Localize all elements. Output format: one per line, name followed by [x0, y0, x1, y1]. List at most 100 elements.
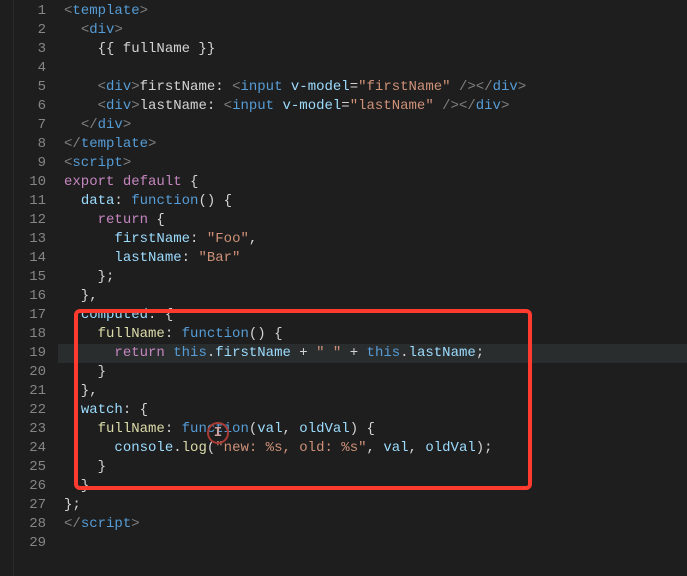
- line-number: 26: [14, 477, 46, 496]
- code-line[interactable]: </template>: [64, 135, 687, 154]
- token: {: [148, 212, 165, 228]
- code-line[interactable]: <div>: [64, 21, 687, 40]
- token: function: [131, 193, 198, 209]
- token: ;: [476, 345, 484, 361]
- code-line[interactable]: [64, 534, 687, 553]
- code-line[interactable]: return {: [64, 211, 687, 230]
- token: </: [459, 98, 476, 114]
- line-number: 18: [14, 325, 46, 344]
- code-line[interactable]: }: [64, 458, 687, 477]
- token: v-model: [291, 79, 350, 95]
- token: this: [367, 345, 401, 361]
- token: </: [476, 79, 493, 95]
- line-number: 7: [14, 116, 46, 135]
- token: script: [72, 155, 122, 171]
- token: : {: [148, 307, 173, 323]
- token: : {: [123, 402, 148, 418]
- code-line[interactable]: [64, 59, 687, 78]
- code-line[interactable]: fullName: function(val, oldVal) {: [64, 420, 687, 439]
- token: {: [182, 174, 199, 190]
- token: input: [232, 98, 274, 114]
- code-line[interactable]: return this.firstName + " " + this.lastN…: [58, 344, 687, 363]
- token: };: [64, 497, 81, 513]
- line-number: 22: [14, 401, 46, 420]
- token: template: [81, 136, 148, 152]
- code-line[interactable]: data: function() {: [64, 192, 687, 211]
- code-line[interactable]: <div>firstName: <input v-model="firstNam…: [64, 78, 687, 97]
- code-area[interactable]: <template> <div> {{ fullName }} <div>fir…: [58, 0, 687, 576]
- token: (: [207, 440, 215, 456]
- line-number: 8: [14, 135, 46, 154]
- code-line[interactable]: };: [64, 496, 687, 515]
- token: template: [72, 3, 139, 19]
- token: <: [98, 79, 106, 95]
- code-line[interactable]: </div>: [64, 116, 687, 135]
- line-number: 23: [14, 420, 46, 439]
- token: script: [81, 516, 131, 532]
- token: [165, 345, 173, 361]
- code-line[interactable]: }: [64, 477, 687, 496]
- token: }: [64, 459, 106, 475]
- token: " ": [316, 345, 341, 361]
- code-line[interactable]: </script>: [64, 515, 687, 534]
- code-line[interactable]: export default {: [64, 173, 687, 192]
- token: log: [182, 440, 207, 456]
- token: computed: [81, 307, 148, 323]
- token: console: [114, 440, 173, 456]
- token: <: [98, 98, 106, 114]
- token: </: [64, 136, 81, 152]
- token: :: [114, 193, 131, 209]
- token: "Bar": [198, 250, 240, 266]
- code-editor[interactable]: 1234567891011121314151617181920212223242…: [0, 0, 687, 576]
- token: firstName: [215, 345, 291, 361]
- code-line[interactable]: computed: {: [64, 306, 687, 325]
- line-number: 15: [14, 268, 46, 287]
- token: fullName: [98, 421, 165, 437]
- token: oldVal: [425, 440, 475, 456]
- code-line[interactable]: {{ fullName }}: [64, 40, 687, 59]
- line-number: 11: [14, 192, 46, 211]
- code-line[interactable]: },: [64, 382, 687, 401]
- token: :: [190, 231, 207, 247]
- token: >: [131, 516, 139, 532]
- line-number: 27: [14, 496, 46, 515]
- token: "Foo": [207, 231, 249, 247]
- code-line[interactable]: <div>lastName: <input v-model="lastName"…: [64, 97, 687, 116]
- token: input: [240, 79, 282, 95]
- code-line[interactable]: <template>: [64, 2, 687, 21]
- token: [64, 440, 114, 456]
- code-line[interactable]: fullName: function() {: [64, 325, 687, 344]
- line-number: 29: [14, 534, 46, 553]
- token: ,: [367, 440, 384, 456]
- token: {{ fullName }}: [64, 41, 215, 57]
- token: [64, 98, 98, 114]
- token: .: [207, 345, 215, 361]
- token: [64, 117, 81, 133]
- breakpoint-margin[interactable]: [0, 0, 14, 576]
- code-line[interactable]: },: [64, 287, 687, 306]
- code-line[interactable]: firstName: "Foo",: [64, 230, 687, 249]
- token: [64, 231, 114, 247]
- token: div: [98, 117, 123, 133]
- token: function: [182, 326, 249, 342]
- token: data: [81, 193, 115, 209]
- token: div: [476, 98, 501, 114]
- code-line[interactable]: <script>: [64, 154, 687, 173]
- code-line[interactable]: lastName: "Bar": [64, 249, 687, 268]
- token: >: [148, 136, 156, 152]
- token: </: [64, 516, 81, 532]
- line-number: 2: [14, 21, 46, 40]
- code-line[interactable]: };: [64, 268, 687, 287]
- token: div: [106, 79, 131, 95]
- code-line[interactable]: watch: {: [64, 401, 687, 420]
- token: },: [64, 288, 98, 304]
- code-line[interactable]: console.log("new: %s, old: %s", val, old…: [64, 439, 687, 458]
- code-line[interactable]: }: [64, 363, 687, 382]
- line-number: 6: [14, 97, 46, 116]
- token: [114, 174, 122, 190]
- token: ,: [282, 421, 299, 437]
- token: >: [518, 79, 526, 95]
- line-number: 28: [14, 515, 46, 534]
- token: );: [476, 440, 493, 456]
- token: }: [64, 364, 106, 380]
